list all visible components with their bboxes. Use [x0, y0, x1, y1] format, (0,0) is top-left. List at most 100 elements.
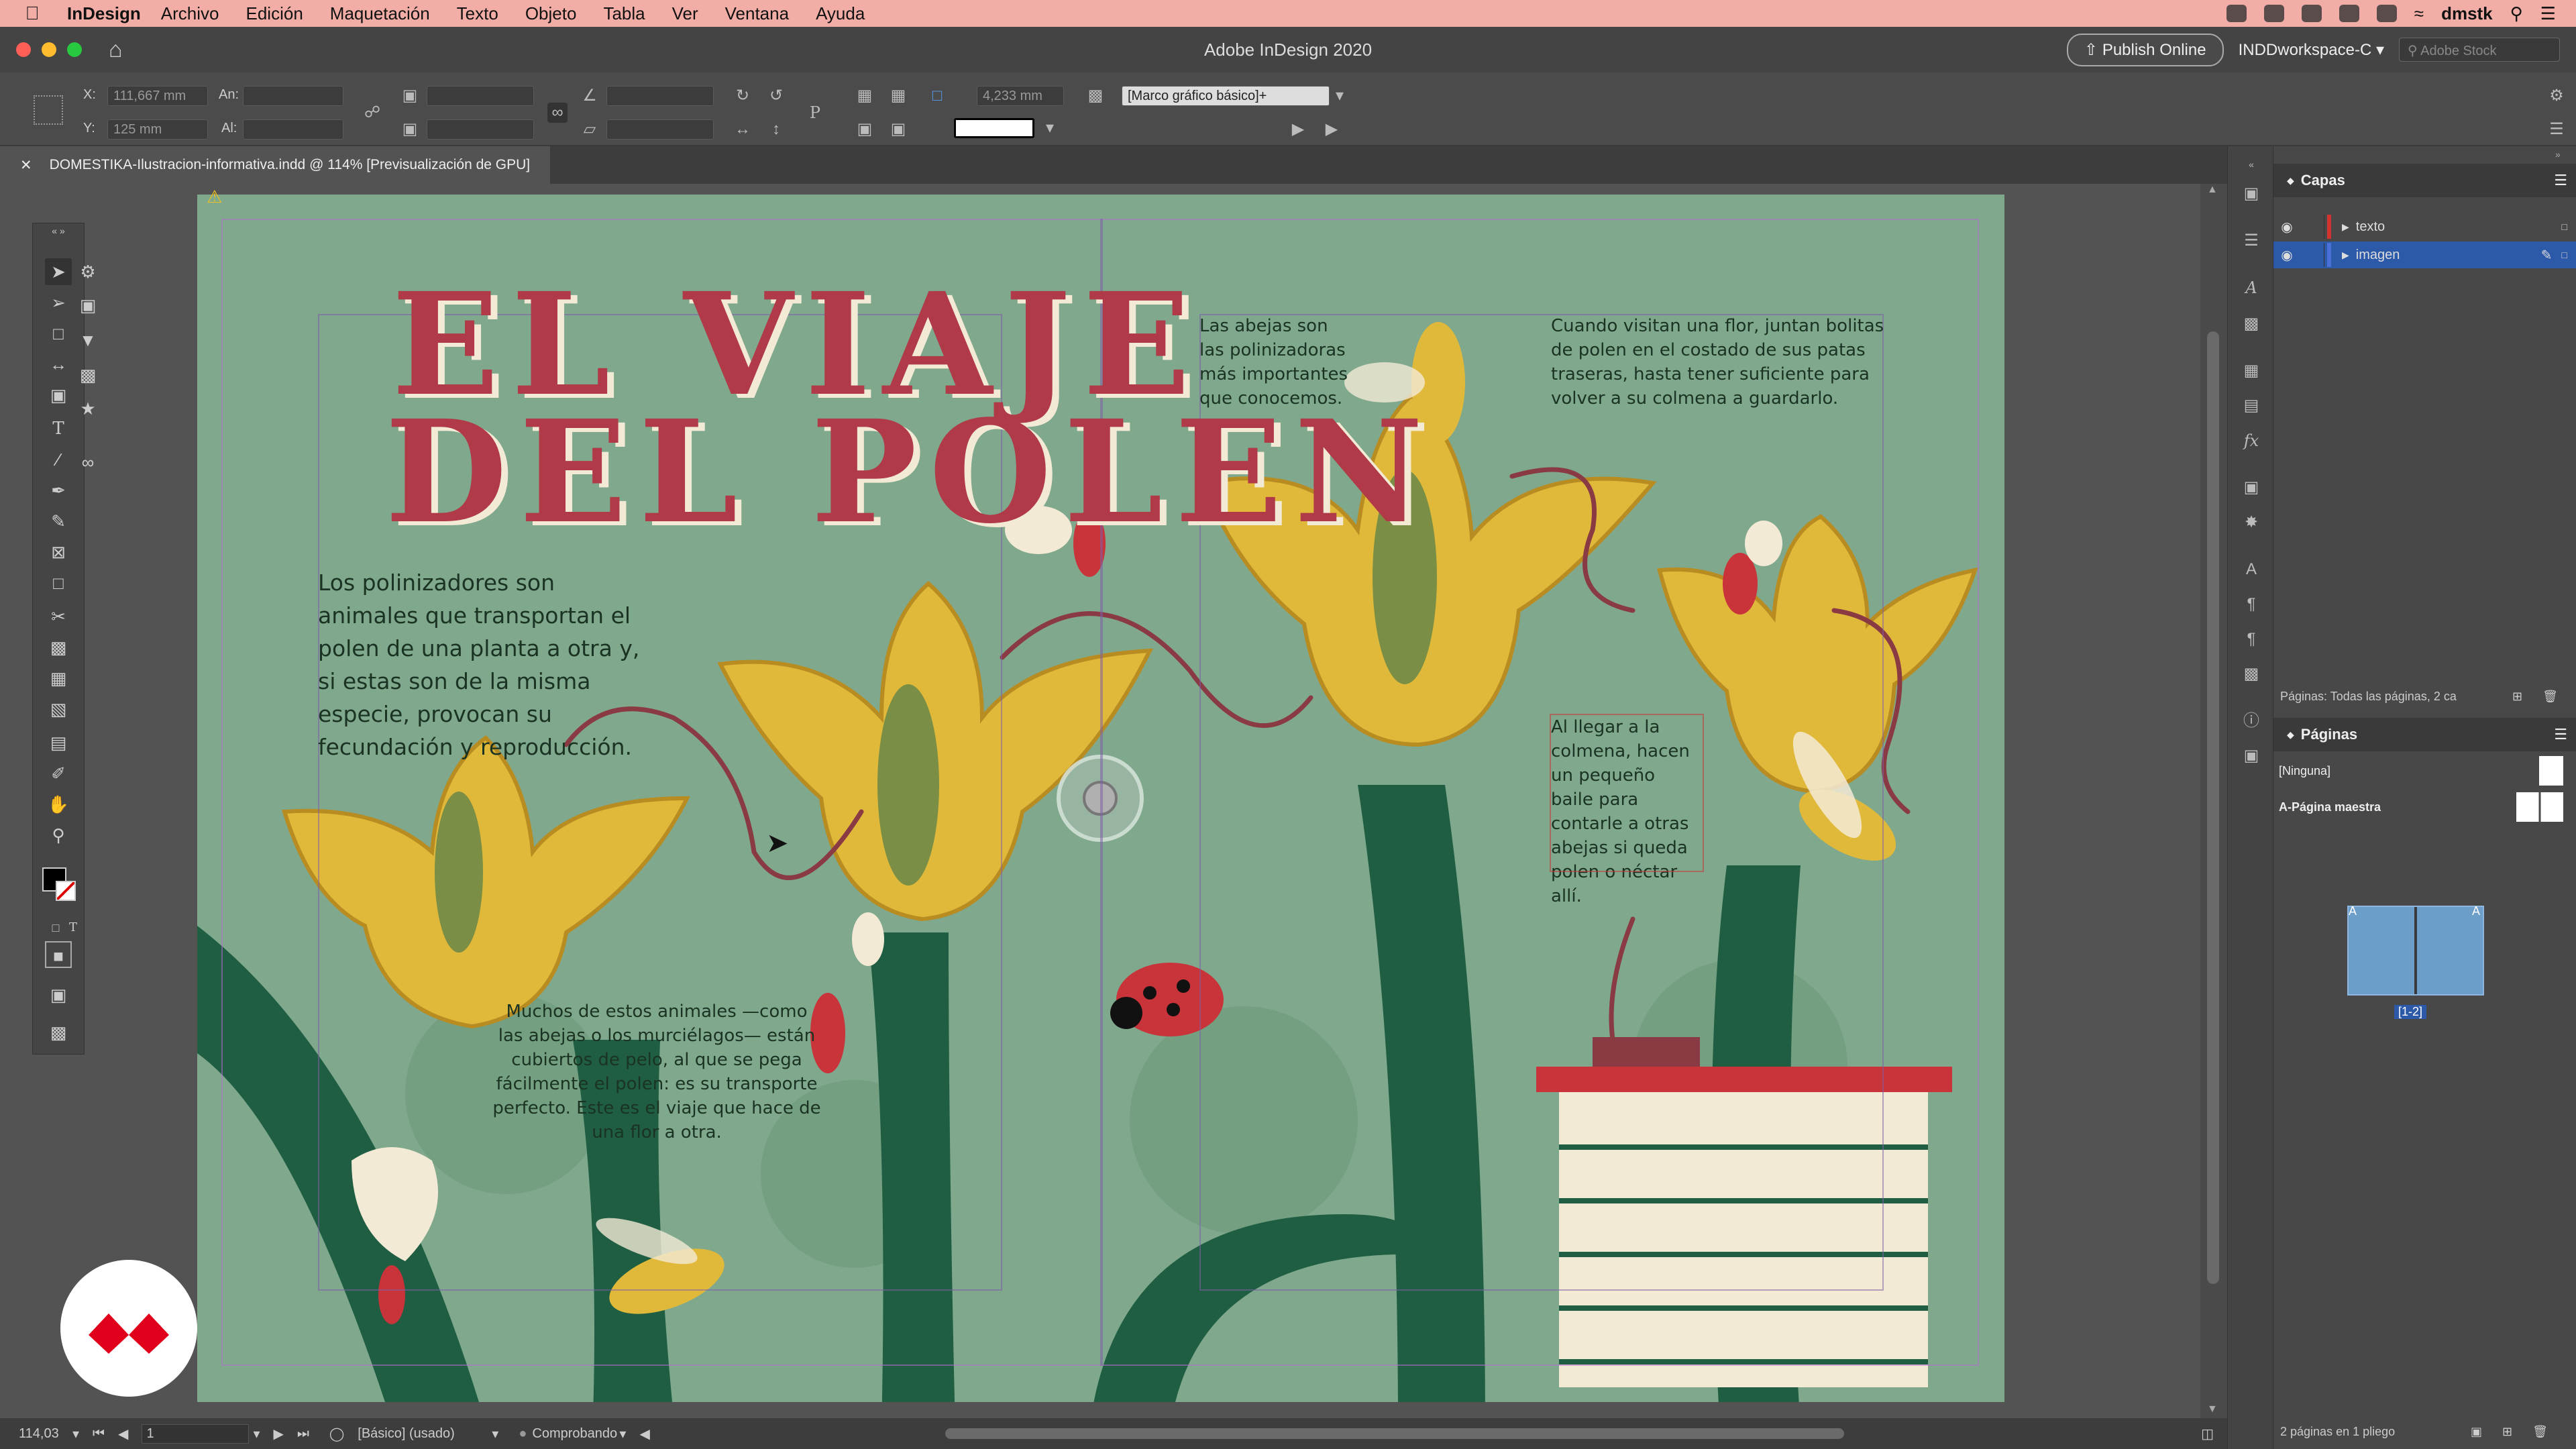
stroke-weight-icon[interactable]: □: [927, 86, 947, 106]
layers-panel-header[interactable]: ◆ Capas ☰: [2273, 164, 2576, 197]
select-content-icon[interactable]: ▦: [888, 86, 908, 106]
master-none[interactable]: [Ninguna]: [2273, 754, 2576, 788]
stroke-swatch[interactable]: [56, 881, 76, 901]
workspace-switcher[interactable]: INDDworkspace-C ▾: [2239, 40, 2384, 60]
align-panel-icon[interactable]: ▤: [2241, 396, 2261, 416]
frame-fitting-icon[interactable]: ▩: [1085, 86, 1106, 106]
vertical-scrollbar[interactable]: ▲ ▼: [2200, 184, 2227, 1418]
preflight-chevron-icon[interactable]: ▾: [619, 1426, 626, 1442]
document-tab[interactable]: ✕ DOMESTIKA-Ilustracion-informativa.indd…: [0, 146, 551, 184]
stroke-type-chevron-icon[interactable]: ▾: [1040, 118, 1060, 138]
rotate-icon[interactable]: ∠: [580, 86, 600, 106]
scale-x-icon[interactable]: ▣: [400, 86, 420, 106]
stroke-weight-field[interactable]: 4,233 mm: [977, 86, 1064, 106]
wifi-icon[interactable]: ≈: [2414, 3, 2424, 24]
home-icon[interactable]: ⌂: [109, 37, 123, 63]
type-tool-icon[interactable]: T: [45, 415, 72, 442]
next-page-icon[interactable]: ▶: [273, 1426, 283, 1442]
menu-ventana[interactable]: Ventana: [725, 3, 789, 24]
layers-panel-icon[interactable]: ☰: [2241, 231, 2261, 251]
content-placer-icon[interactable]: ▣: [74, 292, 101, 319]
rotate-ccw-icon[interactable]: ↺: [766, 86, 786, 106]
preflight-profile[interactable]: [Básico] (usado): [358, 1426, 492, 1442]
text-frame-pollinators[interactable]: Los polinizadores son animales que trans…: [318, 566, 653, 763]
spotlight-search-icon[interactable]: ⚲: [2510, 3, 2523, 24]
object-states-icon[interactable]: ✸: [2241, 513, 2261, 533]
adobe-stock-search[interactable]: ⚲ Adobe Stock: [2399, 38, 2560, 62]
new-page-icon[interactable]: ⊞: [2502, 1425, 2512, 1439]
visibility-eye-icon[interactable]: ◉: [2273, 247, 2300, 264]
toggle-panels-icon[interactable]: ◫: [2201, 1426, 2214, 1442]
y-position-field[interactable]: 125 mm: [107, 119, 208, 140]
pencil-edit-icon[interactable]: ✎: [2541, 247, 2553, 264]
spread-thumbnail[interactable]: [2347, 906, 2484, 996]
menu-tabla[interactable]: Tabla: [603, 3, 645, 24]
text-frame-hive-dance[interactable]: Al llegar a la colmena, hacen un pequeño…: [1551, 715, 1703, 908]
scroll-up-arrow-icon[interactable]: ▲: [2207, 184, 2218, 196]
pencil-tool-icon[interactable]: ✎: [45, 508, 72, 535]
pages-panel-icon[interactable]: ▣: [2241, 184, 2261, 204]
character-panel-icon[interactable]: A: [2241, 559, 2261, 580]
constrain-proportions-icon[interactable]: ☍: [362, 103, 382, 123]
fit-frame-icon[interactable]: ▶: [1322, 119, 1342, 140]
fit-content-icon[interactable]: ▶: [1288, 119, 1308, 140]
scale-x-field[interactable]: [427, 86, 534, 106]
links-panel-icon[interactable]: ▦: [2241, 361, 2261, 381]
pages-panel-header[interactable]: ◆ Páginas ☰: [2273, 718, 2576, 751]
select-previous-icon[interactable]: ▣: [855, 119, 875, 140]
menu-edicion[interactable]: Edición: [246, 3, 303, 24]
flip-horizontal-icon[interactable]: ↔: [733, 119, 753, 140]
first-page-icon[interactable]: ⏮: [93, 1426, 105, 1442]
gradient-feather-tool-icon[interactable]: ▧: [45, 696, 72, 722]
document-canvas[interactable]: EL VIAJE DEL POLEN Los polinizadores son…: [0, 184, 2227, 1418]
horizontal-scroll-thumb[interactable]: [945, 1428, 1844, 1439]
layer-lock-slot[interactable]: [2300, 243, 2324, 267]
line-tool-icon[interactable]: ∕: [45, 446, 72, 473]
text-frame-animals[interactable]: Muchos de estos animales —como las abeja…: [492, 1000, 821, 1144]
shear-field[interactable]: [606, 119, 714, 140]
visibility-eye-icon[interactable]: ◉: [2273, 219, 2300, 235]
x-position-field[interactable]: 111,667 mm: [107, 86, 208, 106]
zoom-level-field[interactable]: 114,03: [19, 1426, 72, 1442]
selection-tool-icon[interactable]: ➤: [45, 258, 72, 285]
minimize-window-button[interactable]: [42, 42, 56, 57]
zoom-window-button[interactable]: [67, 42, 82, 57]
pdf-icon[interactable]: ◯: [329, 1426, 344, 1442]
headline-line2[interactable]: DEL POLEN: [385, 389, 1435, 555]
prev-page-icon[interactable]: ◀: [118, 1426, 128, 1442]
close-tab-icon[interactable]: ✕: [20, 157, 32, 174]
effects-fx-icon[interactable]: fx: [2241, 431, 2261, 451]
content-grabber-icon[interactable]: ⚙: [74, 258, 101, 285]
hand-tool-icon[interactable]: ✋: [45, 791, 72, 818]
menu-ayuda[interactable]: Ayuda: [816, 3, 865, 24]
control-panel-menu-icon[interactable]: ☰: [2546, 119, 2567, 140]
creative-cloud-icon[interactable]: [2226, 5, 2247, 22]
select-container-icon[interactable]: ▦: [855, 86, 875, 106]
zoom-chevron-icon[interactable]: ▾: [72, 1426, 79, 1442]
link-chain-icon[interactable]: ∞: [74, 449, 101, 476]
tools-collapse-icon[interactable]: « »: [32, 223, 85, 238]
type-on-path-tool-icon[interactable]: ★: [74, 395, 101, 422]
screen-mode-icon[interactable]: ▩: [45, 1019, 72, 1046]
settings-gear-icon[interactable]: ⚙: [2546, 86, 2567, 106]
rectangle-tool-icon[interactable]: □: [45, 570, 72, 596]
delete-layer-icon[interactable]: 🗑: [2542, 690, 2558, 704]
page-tool-icon[interactable]: □: [45, 320, 72, 347]
select-next-icon[interactable]: ▣: [888, 119, 908, 140]
menu-texto[interactable]: Texto: [457, 3, 498, 24]
page-spread[interactable]: EL VIAJE DEL POLEN Los polinizadores son…: [197, 195, 2004, 1402]
layer-row-texto[interactable]: ◉ ▶ texto □: [2273, 213, 2576, 240]
pages-panel-menu-icon[interactable]: ☰: [2554, 726, 2567, 743]
cc-libraries-icon[interactable]: ▣: [2241, 746, 2261, 766]
character-styles-icon[interactable]: A: [2241, 278, 2261, 298]
zoom-tool-icon[interactable]: ⚲: [45, 822, 72, 849]
close-window-button[interactable]: [16, 42, 31, 57]
layer-target-icon[interactable]: □: [2562, 250, 2567, 260]
preflight-status[interactable]: Comprobando: [532, 1426, 619, 1442]
vertical-scroll-thumb[interactable]: [2207, 331, 2219, 1284]
text-frame-bees[interactable]: Las abejas son las polinizadoras más imp…: [1199, 314, 1358, 411]
panels-collapse-icon[interactable]: »: [2555, 149, 2561, 160]
scroll-down-arrow-icon[interactable]: ▼: [2207, 1403, 2218, 1415]
rectangle-frame-tool-icon[interactable]: ⊠: [45, 539, 72, 566]
preflight-warning-icon[interactable]: ⚠: [207, 186, 222, 207]
